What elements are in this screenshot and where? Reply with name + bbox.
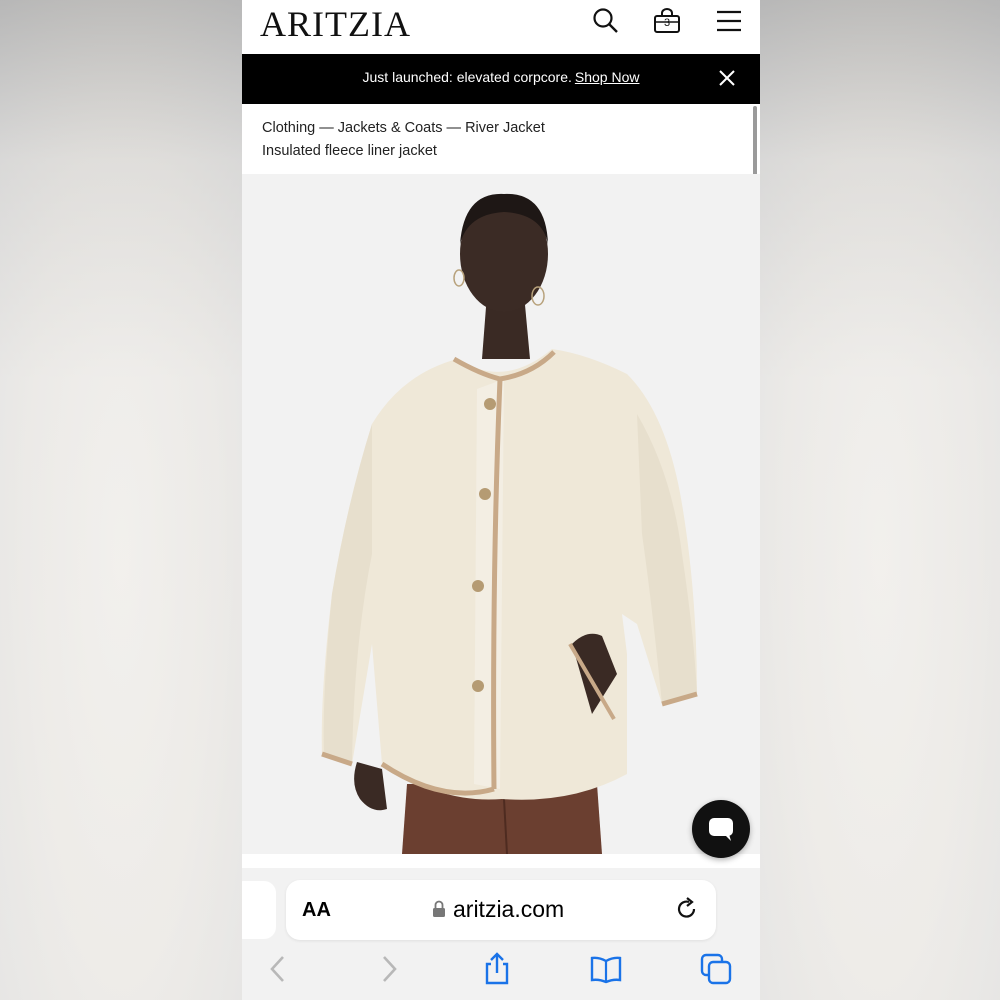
breadcrumb-path[interactable]: Clothing — Jackets & Coats — River Jacke… bbox=[262, 117, 545, 140]
background-blur-left bbox=[0, 0, 242, 1000]
text-size-button[interactable]: AA bbox=[302, 899, 331, 922]
promo-banner: Just launched: elevated corpcore. Shop No… bbox=[242, 54, 760, 104]
shopping-bag-icon[interactable]: 3 bbox=[652, 6, 682, 36]
promo-message: Just launched: elevated corpcore. Shop No… bbox=[242, 69, 760, 85]
close-icon[interactable] bbox=[717, 68, 737, 88]
shop-now-link[interactable]: Shop Now bbox=[575, 69, 640, 85]
address-bar[interactable]: AA aritzia.com bbox=[286, 880, 716, 940]
search-icon[interactable] bbox=[591, 6, 621, 36]
browser-chrome: AA aritzia.com bbox=[242, 868, 760, 1000]
share-icon[interactable] bbox=[480, 952, 514, 986]
bookmarks-icon[interactable] bbox=[589, 952, 623, 986]
back-icon[interactable] bbox=[261, 952, 295, 986]
lock-icon bbox=[432, 900, 446, 918]
breadcrumb: Clothing — Jackets & Coats — River Jacke… bbox=[262, 117, 545, 163]
bag-count-badge: 3 bbox=[663, 17, 671, 29]
forward-icon[interactable] bbox=[372, 952, 406, 986]
promo-text: Just launched: elevated corpcore. bbox=[362, 69, 572, 85]
url-text[interactable]: aritzia.com bbox=[453, 896, 564, 923]
site-header: ARITZIA 3 bbox=[242, 0, 760, 54]
aritzia-logo[interactable]: ARITZIA bbox=[260, 3, 411, 45]
chat-button[interactable] bbox=[692, 800, 750, 858]
scrollbar[interactable] bbox=[753, 106, 757, 180]
product-subtitle: Insulated fleece liner jacket bbox=[262, 143, 437, 159]
product-image[interactable] bbox=[242, 174, 760, 854]
previous-tab-preview[interactable] bbox=[242, 881, 276, 939]
reload-icon[interactable] bbox=[674, 896, 700, 922]
background-blur-right bbox=[760, 0, 1000, 1000]
phone-screen: ARITZIA 3 Just launched: elevated corpco… bbox=[242, 0, 760, 1000]
hamburger-menu-icon[interactable] bbox=[714, 6, 744, 36]
tabs-icon[interactable] bbox=[699, 952, 733, 986]
chat-icon bbox=[709, 818, 733, 841]
